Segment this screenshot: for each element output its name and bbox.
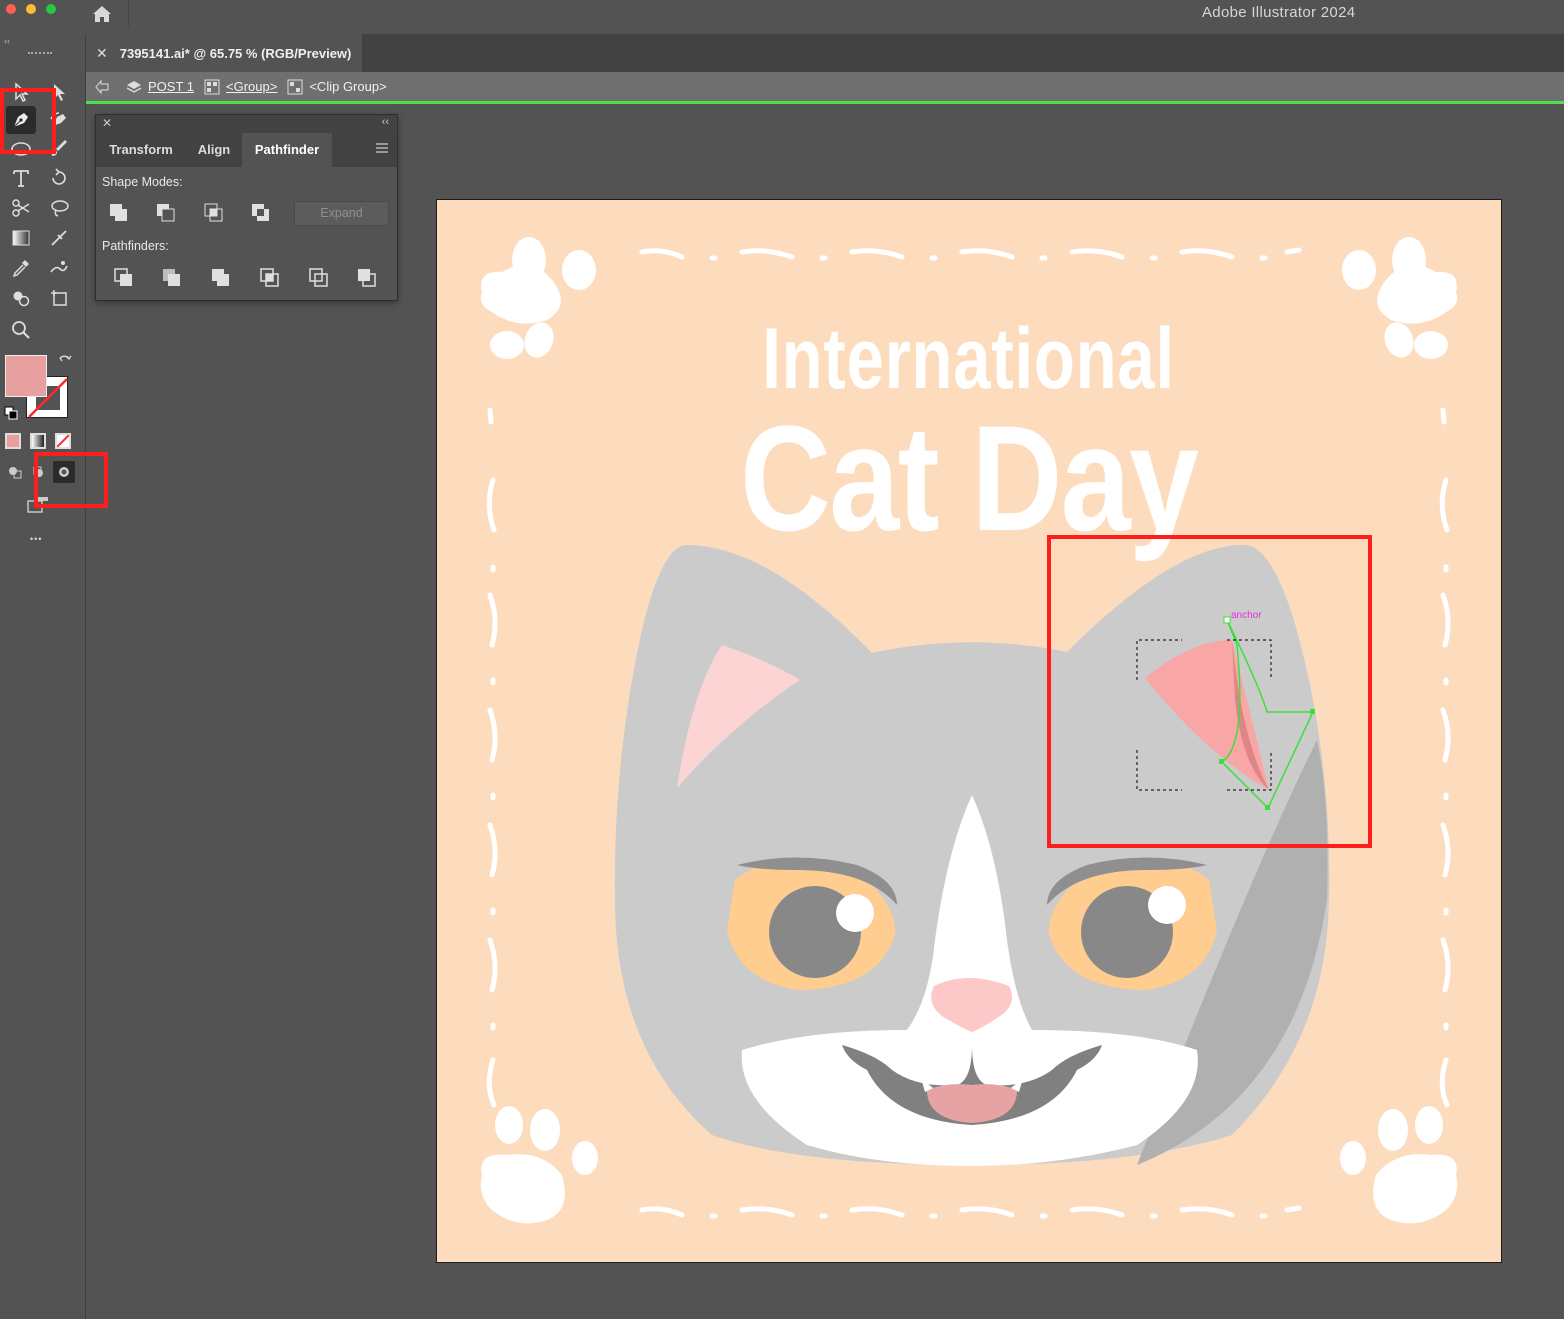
title-bar: Adobe Illustrator 2024: [0, 0, 1564, 34]
layers-icon: [126, 80, 142, 93]
breadcrumb-clip-group[interactable]: <Clip Group>: [287, 79, 387, 95]
breadcrumb-group-label: <Group>: [226, 79, 278, 94]
exclude-icon[interactable]: [249, 201, 273, 225]
more-tools-icon[interactable]: •••: [30, 534, 42, 544]
rotate-tool-icon[interactable]: [44, 164, 74, 192]
panel-tabs: Transform Align Pathfinder: [96, 133, 397, 167]
toolbar-collapse-icon[interactable]: ‹‹: [4, 36, 10, 46]
divide-icon[interactable]: [112, 266, 136, 290]
expand-button[interactable]: Expand: [294, 201, 389, 226]
default-fill-stroke-icon[interactable]: [4, 406, 18, 420]
close-document-icon[interactable]: ✕: [96, 45, 108, 62]
tab-align[interactable]: Align: [186, 133, 242, 167]
artboard-tool-icon[interactable]: [44, 284, 74, 312]
mesh-tool-icon[interactable]: [44, 224, 74, 252]
document-tab[interactable]: ✕ 7395141.ai* @ 65.75 % (RGB/Preview): [86, 34, 362, 72]
merge-icon[interactable]: [209, 266, 233, 290]
paw-print-bottom-left: [480, 1106, 598, 1224]
intersect-icon[interactable]: [202, 201, 226, 225]
type-tool-icon[interactable]: [6, 164, 36, 192]
tab-transform[interactable]: Transform: [96, 133, 186, 167]
breadcrumb-layer[interactable]: POST 1: [126, 79, 194, 95]
shape-modes-label: Shape Modes:: [102, 175, 183, 189]
panel-menu-icon[interactable]: [375, 142, 389, 154]
color-mode-icon[interactable]: [5, 433, 21, 449]
document-tab-bar: ✕ 7395141.ai* @ 65.75 % (RGB/Preview): [86, 34, 1564, 72]
swap-fill-stroke-icon[interactable]: [58, 354, 72, 368]
tools-panel: ‹‹ •••: [0, 34, 86, 1319]
minus-back-icon[interactable]: [355, 266, 379, 290]
back-arrow-icon[interactable]: [94, 78, 116, 95]
annotation-pen-tool-highlight: [0, 88, 56, 154]
puppet-warp-tool-icon[interactable]: [44, 254, 74, 282]
close-window-button[interactable]: [6, 4, 16, 14]
group-icon: [204, 79, 220, 94]
fill-swatch[interactable]: [5, 355, 47, 397]
zoom-window-button[interactable]: [46, 4, 56, 14]
breadcrumb-clip-group-label: <Clip Group>: [309, 79, 387, 94]
pathfinders-label: Pathfinders:: [102, 239, 169, 253]
minus-front-icon[interactable]: [154, 201, 178, 225]
unite-icon[interactable]: [107, 201, 131, 225]
app-title: Adobe Illustrator 2024: [1202, 4, 1356, 21]
minimize-window-button[interactable]: [26, 4, 36, 14]
zoom-tool-icon[interactable]: [6, 316, 36, 344]
home-icon[interactable]: [90, 2, 114, 26]
illustrator-window: Adobe Illustrator 2024 ‹‹ ••• ✕ 7395141.…: [0, 0, 1564, 1319]
draw-normal-icon[interactable]: [8, 465, 22, 479]
panel-header: ✕ ‹‹: [96, 115, 397, 133]
trim-icon[interactable]: [160, 266, 184, 290]
scissors-tool-icon[interactable]: [6, 194, 36, 222]
lasso-tool-icon[interactable]: [44, 194, 74, 222]
shape-builder-tool-icon[interactable]: [6, 284, 36, 312]
gradient-tool-icon[interactable]: [6, 224, 36, 252]
annotation-ear-highlight: [1047, 535, 1372, 848]
title-divider: [128, 0, 129, 26]
outline-icon[interactable]: [307, 266, 331, 290]
none-mode-icon[interactable]: [55, 433, 71, 449]
tab-pathfinder[interactable]: Pathfinder: [242, 133, 332, 167]
pathfinder-panel: ✕ ‹‹ Transform Align Pathfinder Shape Mo…: [95, 114, 398, 301]
document-tab-label: 7395141.ai* @ 65.75 % (RGB/Preview): [119, 45, 352, 61]
collapse-panel-icon[interactable]: ‹‹: [382, 116, 389, 128]
paw-print-bottom-right: [1340, 1106, 1458, 1224]
breadcrumb-group[interactable]: <Group>: [204, 79, 277, 95]
annotation-draw-inside-highlight: [34, 452, 108, 508]
crop-icon[interactable]: [258, 266, 282, 290]
breadcrumb-layer-label: POST 1: [148, 79, 195, 94]
isolation-mode-breadcrumb: POST 1 <Group> <Clip Group>: [86, 72, 1564, 104]
eyedropper-tool-icon[interactable]: [6, 254, 36, 282]
gradient-mode-icon[interactable]: [30, 433, 46, 449]
clip-group-icon: [287, 79, 303, 94]
close-panel-icon[interactable]: ✕: [102, 116, 112, 130]
toolbar-grip-icon[interactable]: [28, 52, 52, 56]
